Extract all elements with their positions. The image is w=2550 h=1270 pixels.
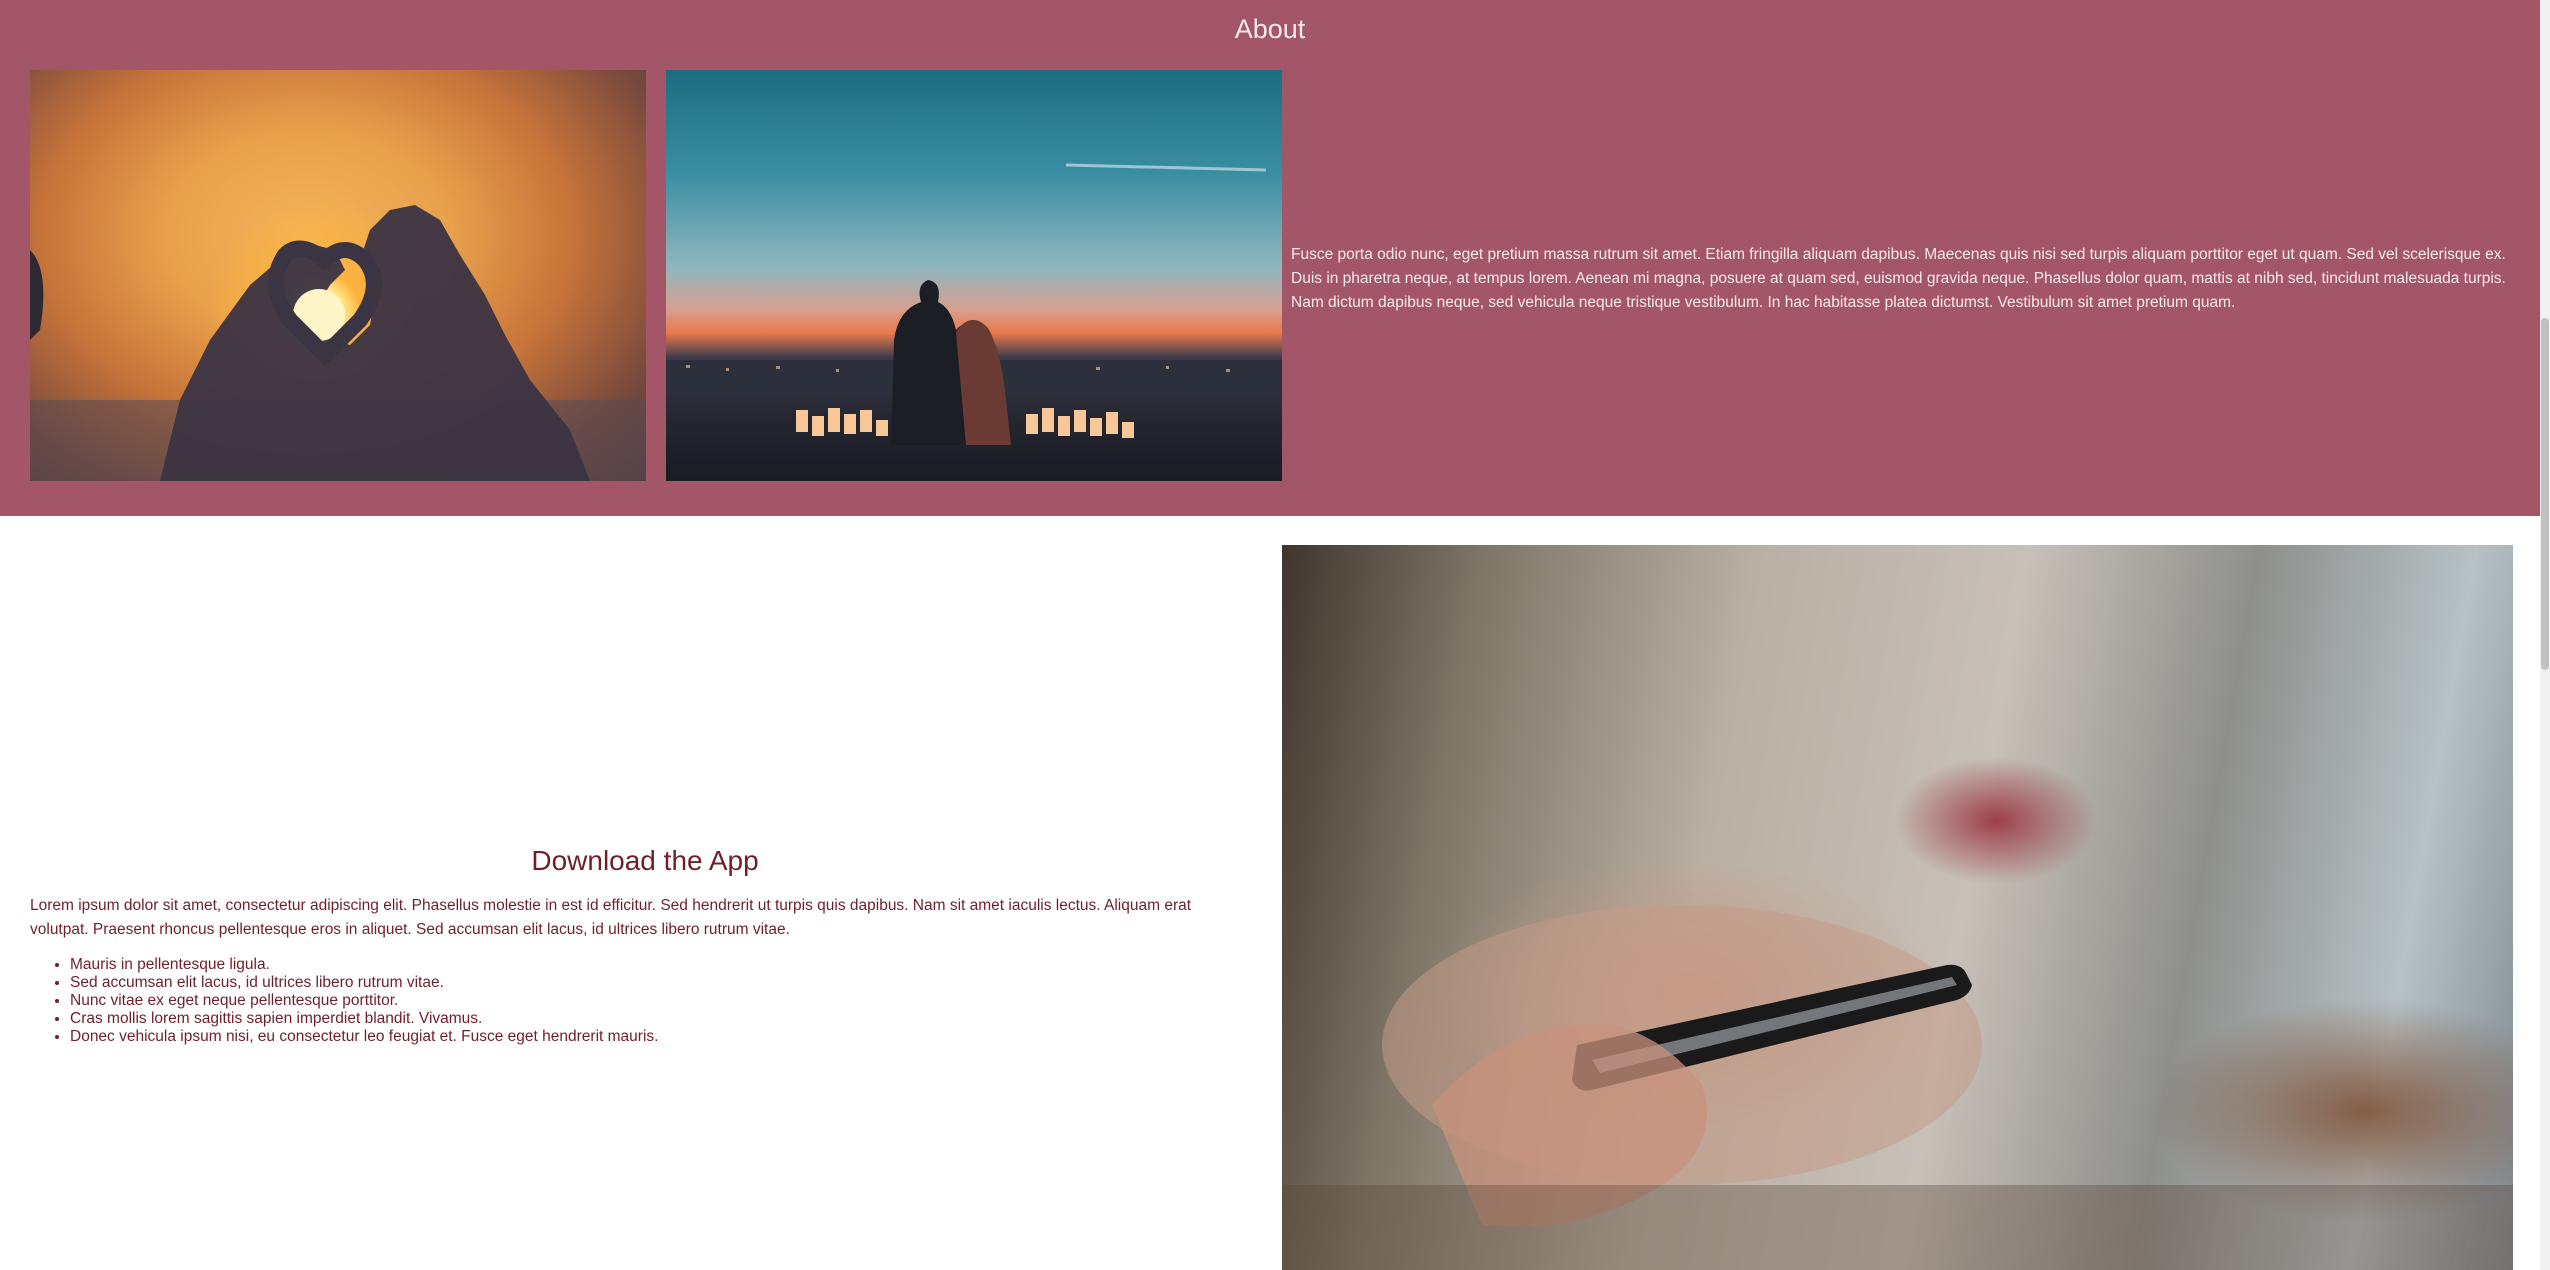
page: About Fusce porta odio nunc, eget pretiu… <box>0 0 2550 1270</box>
list-item: Mauris in pellentesque ligula. <box>70 956 658 974</box>
download-list: Mauris in pellentesque ligula. Sed accum… <box>30 956 658 1046</box>
list-item: Sed accumsan elit lacus, id ultrices lib… <box>70 974 658 992</box>
list-item: Nunc vitae ex eget neque pellentesque po… <box>70 992 658 1010</box>
list-item: Cras mollis lorem sagittis sapien imperd… <box>70 1010 658 1028</box>
couple-candles-silhouette-icon <box>666 163 1282 445</box>
download-title: Download the App <box>531 845 759 876</box>
phone-in-hand-image <box>1282 545 2513 1270</box>
about-text: Fusce porta odio nunc, eget pretium mass… <box>1291 246 2506 311</box>
scrollbar-thumb[interactable] <box>2541 318 2549 670</box>
heart-hands-silhouette-icon <box>30 205 646 481</box>
about-title: About <box>1234 14 1306 44</box>
about-section: About Fusce porta odio nunc, eget pretiu… <box>0 0 2550 516</box>
download-text: Lorem ipsum dolor sit amet, consectetur … <box>30 897 1192 938</box>
phone-hand-icon <box>1282 905 2513 1270</box>
list-item: Donec vehicula ipsum nisi, eu consectetu… <box>70 1028 658 1046</box>
heart-hands-sunset-image <box>30 70 646 481</box>
couple-city-sunset-image <box>666 70 1282 481</box>
scrollbar[interactable] <box>2540 0 2550 1270</box>
